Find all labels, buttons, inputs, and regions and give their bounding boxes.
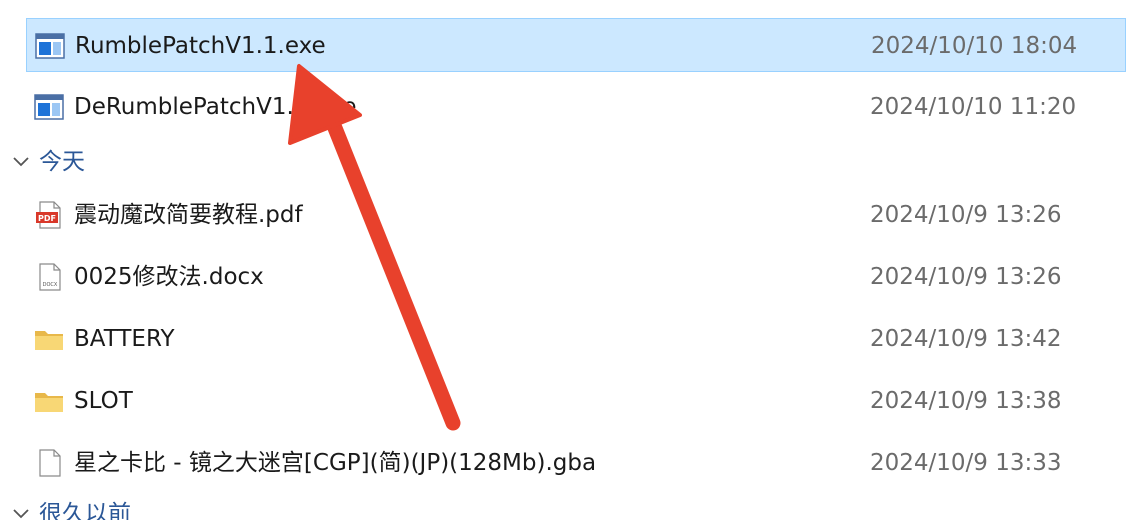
folder-icon (35, 393, 63, 412)
file-name[interactable]: DeRumblePatchV1.1.exe (74, 80, 357, 134)
file-date: 2024/10/10 18:04 (871, 33, 1078, 59)
file-name[interactable]: 星之卡比 - 镜之大迷宫[CGP](简)(JP)(128Mb).gba (74, 436, 596, 490)
group-label: 今天 (39, 149, 85, 175)
file-name[interactable]: 震动魔改简要教程.pdf (74, 188, 303, 242)
file-date: 2024/10/9 13:26 (870, 264, 1062, 290)
file-date: 2024/10/9 13:38 (870, 388, 1062, 414)
group-label: 很久以前 (39, 501, 131, 520)
exe-icon (35, 33, 65, 59)
folder-row-slot[interactable]: SLOT 2024/10/9 13:38 (26, 374, 1126, 428)
chevron-down-icon[interactable] (10, 504, 32, 520)
folder-row-battery[interactable]: BATTERY 2024/10/9 13:42 (26, 312, 1126, 366)
file-icon (39, 449, 61, 477)
file-date: 2024/10/10 11:20 (870, 94, 1077, 120)
folder-name[interactable]: BATTERY (74, 312, 175, 366)
pdf-icon: PDF (36, 201, 61, 229)
svg-text:PDF: PDF (38, 214, 56, 223)
file-date: 2024/10/9 13:33 (870, 450, 1062, 476)
file-row-pdf[interactable]: PDF 震动魔改简要教程.pdf 2024/10/9 13:26 (26, 188, 1126, 242)
file-date: 2024/10/9 13:26 (870, 202, 1062, 228)
file-row-rumblepatch[interactable]: RumblePatchV1.1.exe 2024/10/10 18:04 (26, 18, 1126, 72)
svg-text:DOCX: DOCX (43, 282, 58, 288)
docx-icon: DOCX (39, 263, 61, 291)
file-name[interactable]: RumblePatchV1.1.exe (75, 19, 326, 73)
folder-icon (35, 331, 63, 350)
file-date: 2024/10/9 13:42 (870, 326, 1062, 352)
file-row-gba[interactable]: 星之卡比 - 镜之大迷宫[CGP](简)(JP)(128Mb).gba 2024… (26, 436, 1126, 490)
exe-icon (34, 94, 64, 120)
file-row-docx[interactable]: DOCX 0025修改法.docx 2024/10/9 13:26 (26, 250, 1126, 304)
chevron-down-icon[interactable] (10, 152, 32, 172)
file-explorer-list: RumblePatchV1.1.exe 2024/10/10 18:04 DeR… (0, 0, 1126, 520)
file-row-derumblepatch[interactable]: DeRumblePatchV1.1.exe 2024/10/10 11:20 (26, 80, 1126, 134)
file-name[interactable]: 0025修改法.docx (74, 250, 264, 304)
folder-name[interactable]: SLOT (74, 374, 133, 428)
